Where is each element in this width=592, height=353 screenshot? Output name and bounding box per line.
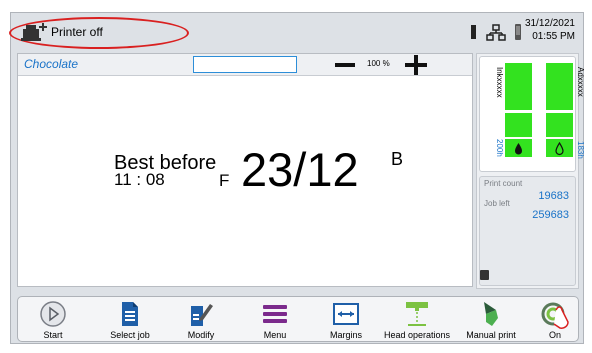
margins-icon xyxy=(333,303,359,325)
message-canvas[interactable]: Best before 11 : 08 F 23/12 B xyxy=(18,76,472,286)
head-operations-label: Head operations xyxy=(383,330,451,340)
additive-label: Adxxxxx xyxy=(576,67,585,97)
menu-label: Menu xyxy=(263,330,287,340)
menu-icon xyxy=(263,305,287,323)
printer-add-icon[interactable] xyxy=(21,21,49,43)
message-letter-f[interactable]: F xyxy=(219,171,229,191)
ink-drop-icon xyxy=(515,143,522,155)
menu-button[interactable]: Menu xyxy=(250,297,300,343)
ink-gauge xyxy=(505,63,532,157)
start-label: Start xyxy=(43,330,63,340)
ink-levels[interactable]: Inkxxxxx Adxxxxx 200h 183h xyxy=(479,56,585,172)
edit-icon xyxy=(191,304,213,326)
zoom-in-icon[interactable] xyxy=(405,55,427,75)
message-time[interactable]: 11 : 08 xyxy=(114,170,165,190)
margins-label: Margins xyxy=(329,330,362,340)
additive-hours: 183h xyxy=(576,141,585,159)
cartridge-icon[interactable] xyxy=(515,24,521,40)
manual-print-icon xyxy=(484,302,498,326)
select-job-label: Select job xyxy=(110,330,150,340)
printer-status-text[interactable]: Printer off xyxy=(51,25,103,39)
manual-print-button[interactable]: Manual print xyxy=(458,297,524,343)
time-text: 01:55 PM xyxy=(532,31,575,42)
message-date[interactable]: 23/12 xyxy=(241,142,359,197)
editor-toolbar: Chocolate 100 % xyxy=(18,54,472,76)
ink-gauge-lower xyxy=(505,113,532,137)
additive-gauge-foot xyxy=(546,139,573,157)
info-icon[interactable] xyxy=(480,270,489,280)
power-icon xyxy=(541,302,569,329)
ink-hours: 200h xyxy=(495,139,504,157)
head-operations-button[interactable]: Head operations xyxy=(378,297,456,343)
job-editor-panel: Chocolate 100 % Best before 11 : 08 F 23… xyxy=(17,53,473,287)
additive-gauge-upper xyxy=(546,63,573,110)
printer-screen: Printer off 31/12/2021 01:55 PM Chocolat… xyxy=(9,12,585,344)
network-icon[interactable] xyxy=(486,24,506,41)
additive-drop-icon xyxy=(555,141,564,156)
on-button[interactable]: On xyxy=(532,297,578,343)
bottom-toolbar: Start Select job Modify Menu Margins Hea… xyxy=(17,296,579,342)
print-count-value: 19683 xyxy=(538,190,569,202)
manual-print-label: Manual print xyxy=(466,330,516,340)
field-input[interactable] xyxy=(193,56,297,73)
modify-button[interactable]: Modify xyxy=(176,297,226,343)
ink-gauge-upper xyxy=(505,63,532,110)
on-label: On xyxy=(548,330,561,340)
ink-gauge-foot xyxy=(505,139,532,157)
job-left-label: Job left xyxy=(484,199,510,208)
head-icon xyxy=(406,302,428,326)
header-bar: Printer off 31/12/2021 01:55 PM xyxy=(9,13,585,49)
zoom-level: 100 % xyxy=(367,59,390,68)
date-text: 31/12/2021 xyxy=(524,18,575,29)
modify-label: Modify xyxy=(187,330,215,340)
counters-box[interactable]: Print count 19683 Job left 259683 xyxy=(479,176,576,286)
zoom-out-icon[interactable] xyxy=(335,58,355,72)
play-icon xyxy=(40,301,66,327)
print-count-label: Print count xyxy=(484,179,523,188)
document-icon xyxy=(122,302,138,326)
additive-gauge-lower xyxy=(546,113,573,137)
ink-label: Inkxxxxx xyxy=(495,67,504,98)
select-job-button[interactable]: Select job xyxy=(100,297,160,343)
datetime: 31/12/2021 01:55 PM xyxy=(525,17,575,43)
ink-level-icon[interactable] xyxy=(471,25,476,39)
job-left-value: 259683 xyxy=(532,209,569,221)
consumables-panel: Inkxxxxx Adxxxxx 200h 183h Print count 1… xyxy=(476,53,585,289)
message-letter-b[interactable]: B xyxy=(391,149,403,170)
job-name: Chocolate xyxy=(24,57,79,71)
margins-button[interactable]: Margins xyxy=(320,297,372,343)
additive-gauge xyxy=(546,63,573,157)
start-button[interactable]: Start xyxy=(28,297,78,343)
